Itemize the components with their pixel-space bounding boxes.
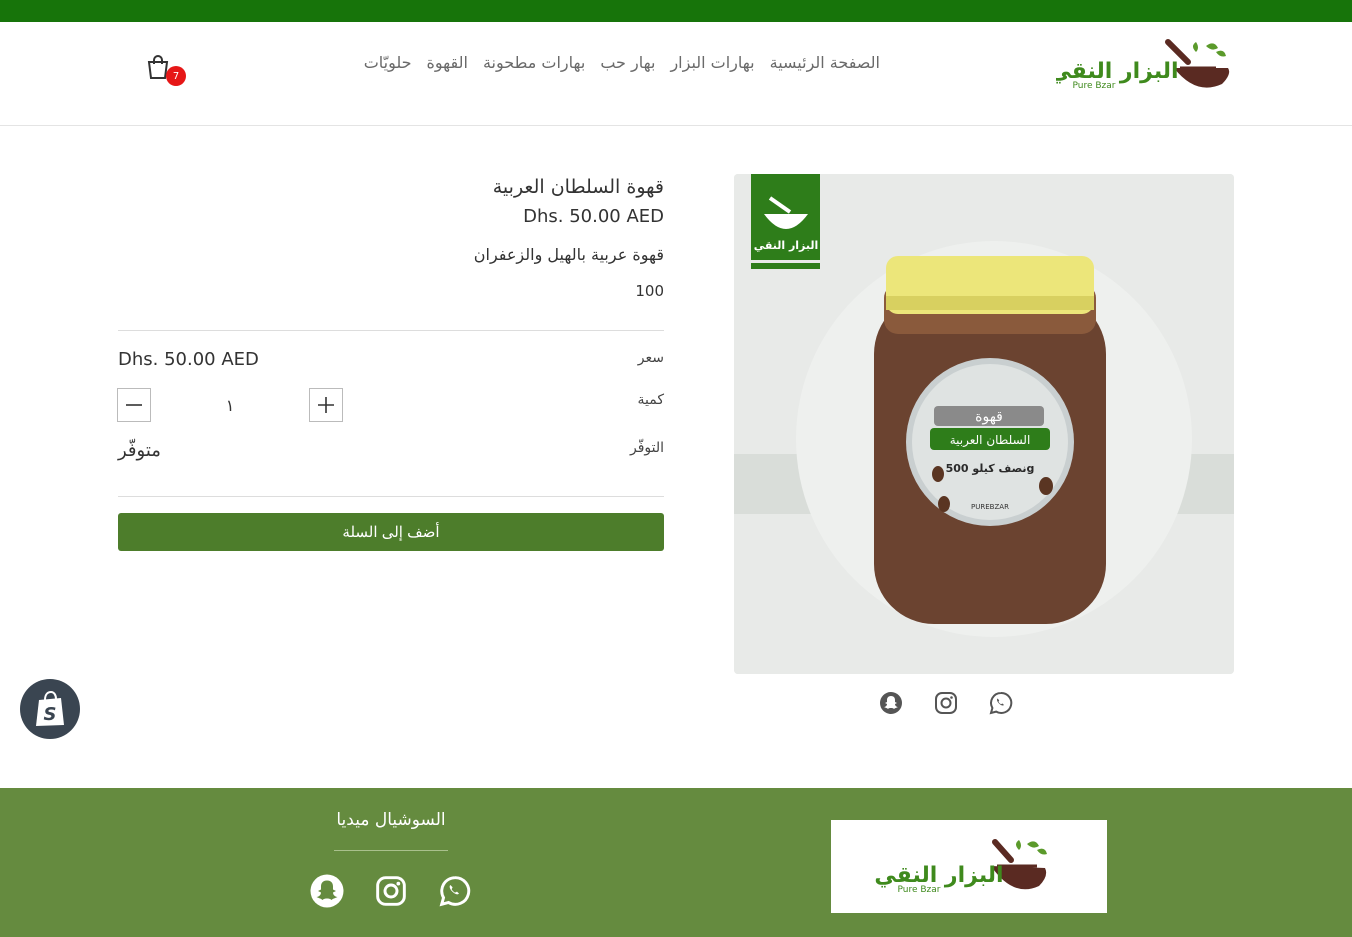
shopify-bag-icon: S [36,690,64,726]
availability-value: متوفّر [118,440,161,461]
footer-social-links [308,872,474,910]
instagram-icon[interactable] [933,690,959,716]
product-share-links [878,689,1014,717]
nav-home[interactable]: الصفحة الرئيسية [770,53,880,72]
minus-icon [126,404,142,406]
whatsapp-icon[interactable] [988,690,1014,716]
price-value: Dhs. 50.00 AED [118,349,259,370]
add-to-cart-button[interactable]: أضف إلى السلة [118,513,664,551]
cart-count-badge: 7 [166,66,186,86]
footer-logo[interactable]: البزار النقي Pure Bzar [831,820,1107,913]
site-footer: البزار النقي Pure Bzar السوشيال ميديا [0,788,1352,937]
product-info: قهوة السلطان العربية Dhs. 50.00 AED قهوة… [118,174,664,300]
nav-bazar-spices[interactable]: بهارات البزار [670,53,754,72]
site-logo[interactable]: البزار النقي Pure Bzar [1049,38,1232,96]
instagram-icon[interactable] [372,872,410,910]
product-price: Dhs. 50.00 AED [523,206,664,227]
quantity-decrease-button[interactable] [117,388,151,422]
svg-text:Pure Bzar: Pure Bzar [898,885,941,895]
availability-label: التوفّر [629,440,664,456]
svg-text:Pure Bzar: Pure Bzar [1073,81,1116,91]
nav-ground-spices[interactable]: بهارات مطحونة [483,53,585,72]
svg-text:نصف كيلو 500g: نصف كيلو 500g [946,462,1035,475]
svg-text:S: S [44,704,57,725]
product-weight: 100 [635,282,664,300]
product-title: قهوة السلطان العربية [492,176,664,198]
svg-text:البزار النقي: البزار النقي [754,239,819,252]
product-image[interactable]: البزار النقي قهوة السلطان العربية نصف كي… [734,174,1234,674]
nav-coffee[interactable]: القهوة [427,53,468,72]
nav-sweets[interactable]: حلويّات [364,53,412,72]
top-announcement-bar [0,0,1352,22]
snapchat-icon[interactable] [308,872,346,910]
svg-text:PUREBZAR: PUREBZAR [971,503,1009,511]
divider [118,496,664,497]
plus-icon [318,397,334,413]
shopify-chat-button[interactable]: S [20,679,80,739]
quantity-label: كمية [637,392,665,408]
price-label: سعر [637,350,664,366]
divider [118,330,664,331]
snapchat-icon[interactable] [878,690,904,716]
svg-text:السلطان العربية: السلطان العربية [950,433,1031,448]
footer-social-title: السوشيال ميديا [336,810,446,830]
quantity-input[interactable] [160,388,300,422]
main-navigation: الصفحة الرئيسية بهارات البزار بهار حب به… [340,53,880,72]
svg-text:قهوة: قهوة [975,409,1003,425]
whatsapp-icon[interactable] [436,872,474,910]
product-description: قهوة عربية بالهيل والزعفران [473,245,664,264]
site-header: البزار النقي Pure Bzar الصفحة الرئيسية ب… [0,22,1352,126]
footer-divider [334,850,448,851]
quantity-increase-button[interactable] [309,388,343,422]
nav-whole-spices[interactable]: بهار حب [600,53,655,72]
